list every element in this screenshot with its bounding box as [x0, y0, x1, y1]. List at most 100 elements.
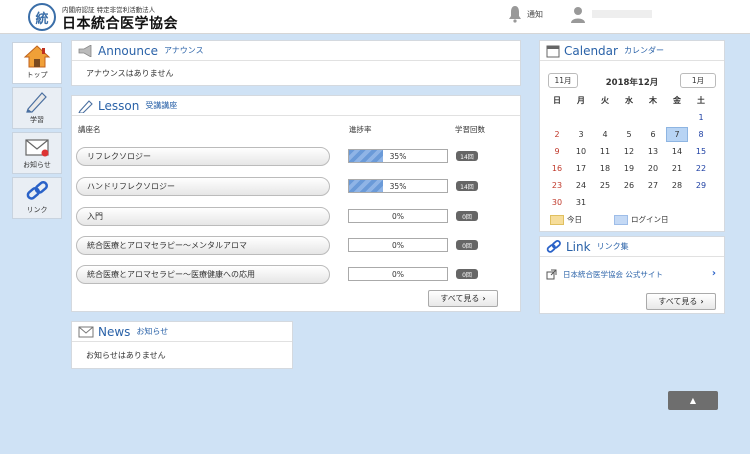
- calendar-prev-button[interactable]: 11月: [548, 73, 578, 88]
- calendar-day[interactable]: 17: [570, 161, 592, 176]
- progress-bar: 35%: [348, 179, 448, 193]
- nav-item-link[interactable]: リンク: [12, 177, 62, 219]
- news-panel: News お知らせ お知らせはありません: [71, 321, 293, 369]
- calendar-day[interactable]: 13: [642, 144, 664, 159]
- calendar-day[interactable]: 30: [546, 195, 568, 210]
- calendar-day[interactable]: 6: [642, 127, 664, 142]
- lesson-row-button[interactable]: リフレクソロジー: [76, 147, 330, 166]
- lesson-row-button[interactable]: 統合医療とアロマセラピー～メンタルアロマ: [76, 236, 330, 255]
- link-see-all-label: すべて見る: [658, 297, 698, 306]
- legend-login-label: ログイン日: [631, 215, 669, 224]
- lesson-panel: Lesson 受講講座 講座名 進捗率 学習回数 リフレクソロジー 35% 14回ハ…: [71, 95, 521, 312]
- user-name-placeholder[interactable]: [592, 10, 652, 18]
- progress-bar: 0%: [348, 267, 448, 281]
- calendar-day[interactable]: 12: [618, 144, 640, 159]
- chevron-right-icon: ›: [482, 294, 486, 303]
- calendar-panel: Calendar カレンダー 11月 2018年12月 1月 日月火水木金土12…: [539, 40, 725, 232]
- nav-item-study[interactable]: 学習: [12, 87, 62, 129]
- announce-empty-text: アナウンスはありません: [86, 69, 174, 78]
- side-nav: トップ 学習 お知らせ リンク: [12, 42, 62, 222]
- calendar-next-button[interactable]: 1月: [680, 73, 716, 88]
- link-item-label: 日本統合医学協会 公式サイト: [563, 269, 663, 279]
- progress-text: 35%: [389, 151, 407, 161]
- calendar-day[interactable]: 28: [666, 178, 688, 193]
- lesson-row-button[interactable]: ハンドリフレクソロジー: [76, 177, 330, 196]
- user-icon[interactable]: [570, 6, 586, 24]
- news-title: News: [98, 324, 131, 339]
- calendar-day[interactable]: 11: [594, 144, 616, 159]
- calendar-weekday: 水: [625, 96, 633, 105]
- calendar-day[interactable]: 22: [690, 161, 712, 176]
- legend-today: 今日: [550, 214, 582, 225]
- progress-bar: 35%: [348, 149, 448, 163]
- progress-text: 35%: [389, 181, 407, 191]
- pencil-icon: [78, 99, 93, 113]
- nav-label-news: お知らせ: [23, 161, 51, 169]
- calendar-day[interactable]: 19: [618, 161, 640, 176]
- scroll-top-button[interactable]: ▲: [668, 391, 718, 410]
- lesson-row-button[interactable]: 統合医療とアロマセラピー～医療健康への応用: [76, 265, 330, 284]
- chevron-up-icon: ▲: [689, 396, 697, 405]
- logo-mark-text: 統: [35, 11, 49, 27]
- org-name[interactable]: 日本統合医学協会: [62, 13, 178, 33]
- study-count-badge: 14回: [456, 181, 478, 191]
- notification-label[interactable]: 通知: [527, 9, 543, 20]
- announce-subtitle: アナウンス: [163, 46, 204, 55]
- calendar-month-label: 2018年12月: [605, 78, 659, 88]
- calendar-day[interactable]: 21: [666, 161, 688, 176]
- announce-panel: Announce アナウンス アナウンスはありません: [71, 40, 521, 86]
- calendar-day[interactable]: 8: [690, 127, 712, 142]
- calendar-day[interactable]: 10: [570, 144, 592, 159]
- calendar-day[interactable]: 31: [570, 195, 592, 210]
- link-panel: Link リンク集 日本統合医学協会 公式サイト › すべて見る ›: [539, 236, 725, 314]
- calendar-day[interactable]: 4: [594, 127, 616, 142]
- bell-icon[interactable]: [508, 5, 522, 23]
- lesson-row-button[interactable]: 入門: [76, 207, 330, 226]
- study-count-badge: 0回: [456, 240, 478, 250]
- chain-link-icon: [26, 181, 48, 200]
- calendar-day[interactable]: 27: [642, 178, 664, 193]
- calendar-day[interactable]: 14: [666, 144, 688, 159]
- calendar-day[interactable]: 23: [546, 178, 568, 193]
- megaphone-icon: [78, 44, 92, 57]
- header: 統 内閣府認証 特定非営利活動法人 日本統合医学協会 通知: [0, 0, 750, 34]
- link-see-all-button[interactable]: すべて見る ›: [646, 293, 716, 310]
- calendar-day[interactable]: 16: [546, 161, 568, 176]
- progress-text: 0%: [392, 240, 404, 250]
- link-item[interactable]: 日本統合医学協会 公式サイト ›: [546, 265, 720, 283]
- lesson-see-all-button[interactable]: すべて見る ›: [428, 290, 498, 307]
- progress-fill: [349, 150, 384, 162]
- nav-item-top[interactable]: トップ: [12, 42, 62, 84]
- calendar-day[interactable]: 2: [546, 127, 568, 142]
- nav-label-top: トップ: [26, 71, 48, 79]
- nav-label-study: 学習: [30, 116, 44, 124]
- progress-bar: 0%: [348, 238, 448, 252]
- link-header: Link リンク集: [540, 237, 724, 257]
- calendar-day[interactable]: 18: [594, 161, 616, 176]
- legend-login-swatch: [614, 214, 628, 225]
- calendar-weekday: 月: [577, 96, 585, 105]
- calendar-day[interactable]: 3: [570, 127, 592, 142]
- envelope-icon: [78, 326, 94, 337]
- calendar-day[interactable]: 24: [570, 178, 592, 193]
- calendar-day[interactable]: 25: [594, 178, 616, 193]
- external-link-icon: [546, 269, 557, 279]
- nav-item-news[interactable]: お知らせ: [12, 132, 62, 174]
- calendar-weekday: 日: [553, 96, 561, 105]
- calendar-day[interactable]: 9: [546, 144, 568, 159]
- calendar-day[interactable]: 20: [642, 161, 664, 176]
- calendar-weekday: 土: [697, 96, 705, 105]
- calendar-weekday: 金: [673, 96, 681, 105]
- house-icon: [23, 45, 51, 68]
- study-count-badge: 0回: [456, 211, 478, 221]
- calendar-day[interactable]: 26: [618, 178, 640, 193]
- logo-icon[interactable]: 統: [28, 3, 56, 31]
- calendar-weekday: 木: [649, 96, 657, 105]
- calendar-day[interactable]: 29: [690, 178, 712, 193]
- calendar-day[interactable]: 7: [666, 127, 688, 142]
- lesson-header: Lesson 受講講座: [72, 96, 520, 116]
- calendar-day[interactable]: 1: [690, 110, 712, 125]
- calendar-day[interactable]: 15: [690, 144, 712, 159]
- calendar-day[interactable]: 5: [618, 127, 640, 142]
- nav-label-link: リンク: [26, 206, 48, 214]
